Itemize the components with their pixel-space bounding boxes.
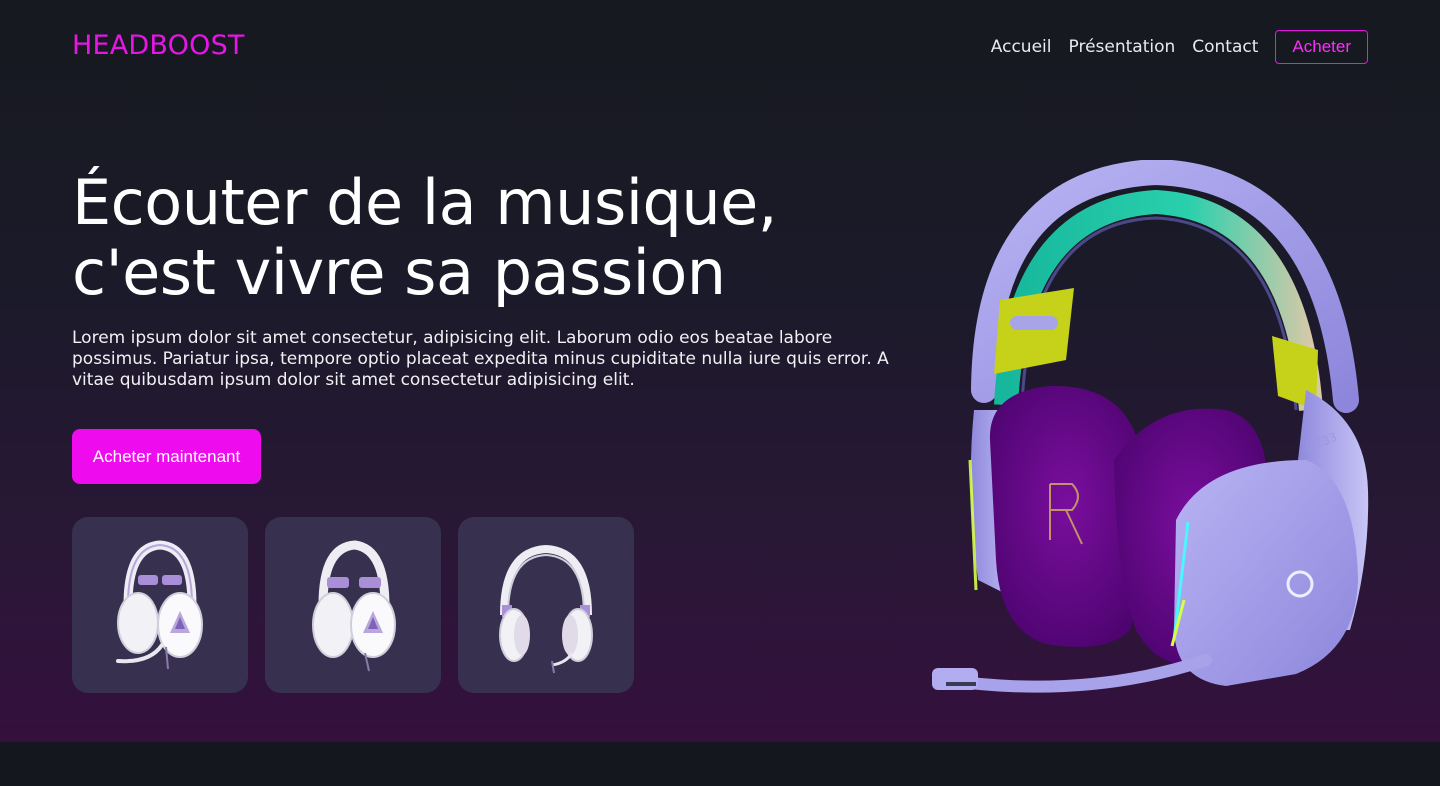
hero-headline: Écouter de la musique, c'est vivre sa pa… — [72, 168, 832, 308]
white-headset-back-icon — [499, 544, 593, 674]
headline-line-2: c'est vivre sa passion — [72, 236, 726, 309]
thumbnail-1[interactable] — [72, 517, 248, 693]
page-footer-band — [0, 742, 1440, 786]
hero-paragraph: Lorem ipsum dolor sit amet consectetur, … — [72, 328, 889, 390]
headline-line-1: Écouter de la musique, — [72, 166, 778, 239]
lilac-gaming-headset-image: G733 — [932, 160, 1369, 693]
hero-section: HEADBOOST Accueil Présentation Contact A… — [0, 0, 1440, 742]
white-headset-front-icon — [116, 540, 203, 670]
thumbnail-gallery — [72, 517, 634, 693]
main-nav: Accueil Présentation Contact Acheter — [991, 30, 1368, 64]
brand-logo[interactable]: HEADBOOST — [72, 30, 245, 61]
buy-now-button[interactable]: Acheter maintenant — [72, 429, 261, 484]
nav-item-accueil[interactable]: Accueil — [991, 37, 1052, 57]
thumbnail-3[interactable] — [458, 517, 634, 693]
thumbnail-2[interactable] — [265, 517, 441, 693]
nav-buy-button[interactable]: Acheter — [1275, 30, 1368, 64]
nav-item-contact[interactable]: Contact — [1192, 37, 1258, 57]
white-headset-side-icon — [312, 540, 396, 672]
nav-item-presentation[interactable]: Présentation — [1069, 37, 1176, 57]
